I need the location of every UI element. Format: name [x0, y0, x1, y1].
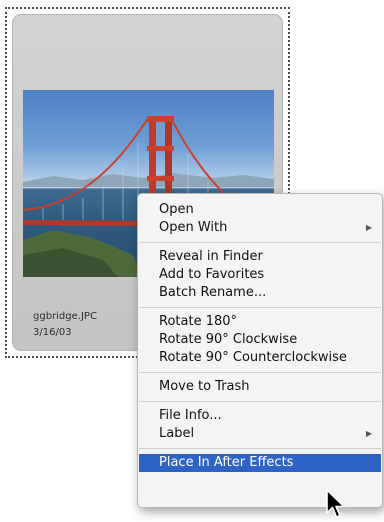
menu-separator: [139, 242, 381, 243]
menu-item-open[interactable]: Open: [138, 201, 382, 219]
menu-item-rotate-90-clockwise[interactable]: Rotate 90° Clockwise: [138, 331, 382, 349]
menu-item-label: Label: [159, 426, 195, 441]
submenu-arrow-icon: ▶: [365, 429, 372, 438]
menu-item-rotate-180[interactable]: Rotate 180°: [138, 313, 382, 331]
menu-item-batch-rename[interactable]: Batch Rename...: [138, 284, 382, 302]
menu-item-label-submenu[interactable]: Label ▶: [138, 425, 382, 443]
menu-item-label: Batch Rename...: [159, 285, 267, 300]
thumbnail-file-date: 3/16/03: [33, 327, 72, 338]
menu-item-label: Place In After Effects: [159, 455, 294, 470]
menu-item-move-to-trash[interactable]: Move to Trash: [138, 378, 382, 396]
menu-separator: [139, 401, 381, 402]
menu-item-label: Rotate 180°: [159, 314, 238, 329]
menu-item-label: Rotate 90° Clockwise: [159, 332, 298, 347]
menu-item-label: Move to Trash: [159, 379, 250, 394]
submenu-arrow-icon: ▶: [365, 223, 372, 232]
menu-item-open-with[interactable]: Open With ▶: [138, 219, 382, 237]
menu-item-rotate-90-counterclockwise[interactable]: Rotate 90° Counterclockwise: [138, 349, 382, 367]
menu-item-file-info[interactable]: File Info...: [138, 407, 382, 425]
bridge-content-area: ggbridge.JPC 3/16/03 Open Open With ▶ Re…: [0, 0, 384, 522]
menu-item-label: Open: [159, 202, 194, 217]
context-menu: Open Open With ▶ Reveal in Finder Add to…: [137, 193, 383, 508]
menu-item-label: File Info...: [159, 408, 222, 423]
arrow-cursor-icon: [326, 489, 345, 518]
menu-separator: [139, 307, 381, 308]
thumbnail-file-name: ggbridge.JPC: [33, 311, 97, 322]
menu-item-label: Reveal in Finder: [159, 249, 263, 264]
menu-item-reveal-in-finder[interactable]: Reveal in Finder: [138, 248, 382, 266]
menu-item-label: Open With: [159, 220, 228, 235]
menu-item-label: Rotate 90° Counterclockwise: [159, 350, 347, 365]
menu-separator: [139, 372, 381, 373]
menu-item-label: Add to Favorites: [159, 267, 265, 282]
menu-separator: [139, 448, 381, 449]
menu-item-add-to-favorites[interactable]: Add to Favorites: [138, 266, 382, 284]
menu-item-place-in-after-effects[interactable]: Place In After Effects: [139, 454, 381, 472]
